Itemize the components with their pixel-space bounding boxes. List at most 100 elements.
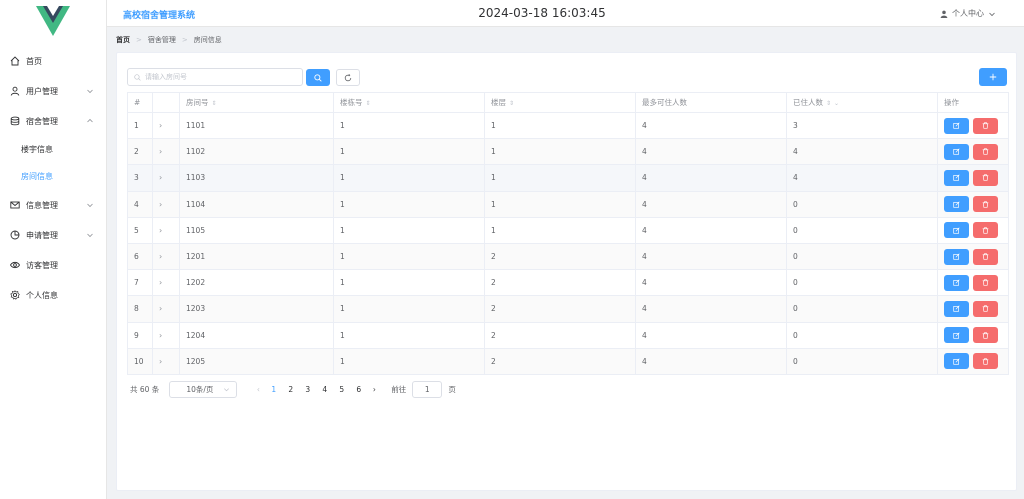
sidebar: 首页 用户管理 宿舍管理 楼宇信息 房间信息 信息管理 申请管理 访客管理 个人… [0,0,107,499]
sidebar-item-users[interactable]: 用户管理 [0,76,106,106]
edit-button[interactable] [944,353,969,370]
cell-building: 1 [333,217,485,244]
expand-row-icon[interactable]: › [159,173,162,182]
sidebar-item-applications[interactable]: 申请管理 [0,220,106,250]
cell-room: 1201 [179,243,334,271]
cell-occupied: 0 [786,295,938,323]
edit-button[interactable] [944,300,969,317]
page-size-select[interactable]: 10条/页 [169,381,238,398]
edit-button[interactable] [944,117,969,134]
table-row: 1 › 1101 1 1 4 3 [127,112,1009,140]
sidebar-subitem-label: 楼宇信息 [21,145,53,154]
edit-button[interactable] [944,248,969,265]
filter-chevron-icon[interactable]: ⌄ [834,100,839,107]
delete-button[interactable] [973,327,998,344]
sort-icon[interactable]: ⇕ [509,100,514,107]
expand-row-icon[interactable]: › [159,252,162,261]
expand-row-icon[interactable]: › [159,147,162,156]
col-room-header[interactable]: 房间号 ⇕ [179,92,334,113]
delete-button[interactable] [973,248,998,265]
header-label: 已住人数 [793,98,823,107]
delete-button[interactable] [973,353,998,370]
edit-button[interactable] [944,327,969,344]
expand-row-icon[interactable]: › [159,278,162,287]
logo [0,0,106,42]
delete-button[interactable] [973,169,998,186]
cell-index: 8 [127,295,153,323]
delete-button[interactable] [973,222,998,239]
reset-button[interactable] [336,69,360,86]
room-search-input[interactable] [145,73,295,81]
sort-icon[interactable]: ⇕ [212,100,217,107]
table-row: 9 › 1204 1 2 4 0 [127,322,1009,349]
col-floor-header[interactable]: 楼层 ⇕ [484,92,636,113]
cell-building: 1 [333,112,485,140]
sidebar-subitem-buildings[interactable]: 楼宇信息 [0,136,106,163]
sidebar-item-dorm[interactable]: 宿舍管理 [0,106,106,136]
delete-button[interactable] [973,274,998,291]
sort-icon[interactable]: ⇕ [366,100,371,107]
edit-icon [953,358,960,365]
pie-chart-icon [10,230,20,240]
next-page-button[interactable]: › [367,385,381,394]
edit-button[interactable] [944,143,969,160]
vue-logo-icon [36,6,70,36]
page-3-button[interactable]: 3 [299,385,316,394]
delete-button[interactable] [973,196,998,213]
page-1-button[interactable]: 1 [265,385,282,394]
sort-icon[interactable]: ⇕ [826,100,831,107]
edit-button[interactable] [944,169,969,186]
expand-row-icon[interactable]: › [159,121,162,130]
page-6-button[interactable]: 6 [350,385,367,394]
edit-icon [953,253,960,260]
add-room-button[interactable] [979,68,1007,86]
trash-icon [982,305,989,313]
cell-index: 9 [127,322,153,349]
expand-cell: › [152,112,180,140]
cell-capacity: 4 [635,348,787,375]
mail-icon [10,200,20,210]
expand-row-icon[interactable]: › [159,357,162,366]
cell-floor: 1 [484,191,636,218]
delete-button[interactable] [973,300,998,317]
edit-button[interactable] [944,222,969,239]
expand-cell: › [152,138,180,166]
expand-row-icon[interactable]: › [159,226,162,235]
table-row: 3 › 1103 1 1 4 4 [127,164,1009,192]
breadcrumb-home[interactable]: 首页 [116,35,130,45]
sidebar-item-info[interactable]: 信息管理 [0,190,106,220]
edit-button[interactable] [944,274,969,291]
sidebar-item-profile[interactable]: 个人信息 [0,280,106,310]
sidebar-subitem-rooms[interactable]: 房间信息 [0,163,106,190]
delete-button[interactable] [973,143,998,160]
edit-icon [953,201,960,208]
cell-floor: 1 [484,138,636,166]
expand-row-icon[interactable]: › [159,331,162,340]
edit-icon [953,332,960,339]
edit-icon [953,227,960,234]
cell-occupied: 0 [786,269,938,297]
gear-icon [10,290,20,300]
page-2-button[interactable]: 2 [282,385,299,394]
jump-page-input[interactable] [412,381,443,398]
actions-cell [937,322,1009,349]
page-5-button[interactable]: 5 [333,385,350,394]
page-4-button[interactable]: 4 [316,385,333,394]
sidebar-item-home[interactable]: 首页 [0,46,106,76]
col-occupied-header[interactable]: 已住人数 ⇕ ⌄ [786,92,938,113]
chevron-down-icon [87,203,93,208]
edit-button[interactable] [944,196,969,213]
search-button[interactable] [306,69,330,86]
table-row: 8 › 1203 1 2 4 0 [127,295,1009,323]
rooms-table: # 房间号 ⇕ 楼栋号 ⇕ 楼层 ⇕ 最多可住人数 已住人数 ⇕ ⌄ 操作 1 › 1101 1… [127,92,1009,375]
user-menu[interactable]: 个人中心 [940,8,996,19]
database-icon [10,116,20,126]
prev-page-button[interactable]: ‹ [251,385,265,394]
delete-button[interactable] [973,117,998,134]
expand-row-icon[interactable]: › [159,200,162,209]
expand-row-icon[interactable]: › [159,304,162,313]
header-label: 楼栋号 [340,98,363,107]
sidebar-item-visitors[interactable]: 访客管理 [0,250,106,280]
chevron-down-icon [87,89,93,94]
col-building-header[interactable]: 楼栋号 ⇕ [333,92,485,113]
